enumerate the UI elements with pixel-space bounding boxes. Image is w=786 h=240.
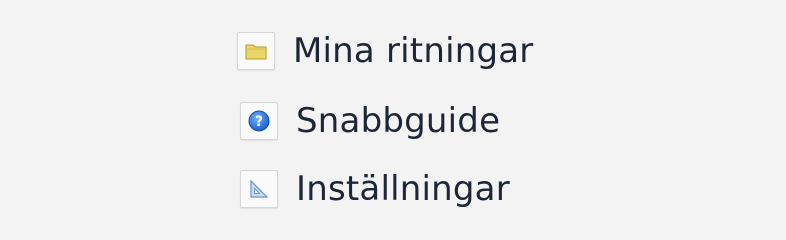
folder-icon [237, 32, 275, 70]
menu-item-my-drawings[interactable]: Mina ritningar [237, 31, 533, 71]
menu-item-settings[interactable]: Inställningar [240, 169, 510, 209]
set-square-icon [240, 170, 278, 208]
main-menu: Mina ritningar ? Snabbguide Inställninga… [0, 0, 786, 240]
help-icon: ? [240, 102, 278, 140]
menu-item-label: Mina ritningar [293, 31, 534, 71]
svg-text:?: ? [255, 114, 263, 130]
menu-item-quick-guide[interactable]: ? Snabbguide [240, 101, 500, 141]
menu-item-label: Inställningar [296, 169, 510, 209]
menu-item-label: Snabbguide [296, 101, 501, 141]
